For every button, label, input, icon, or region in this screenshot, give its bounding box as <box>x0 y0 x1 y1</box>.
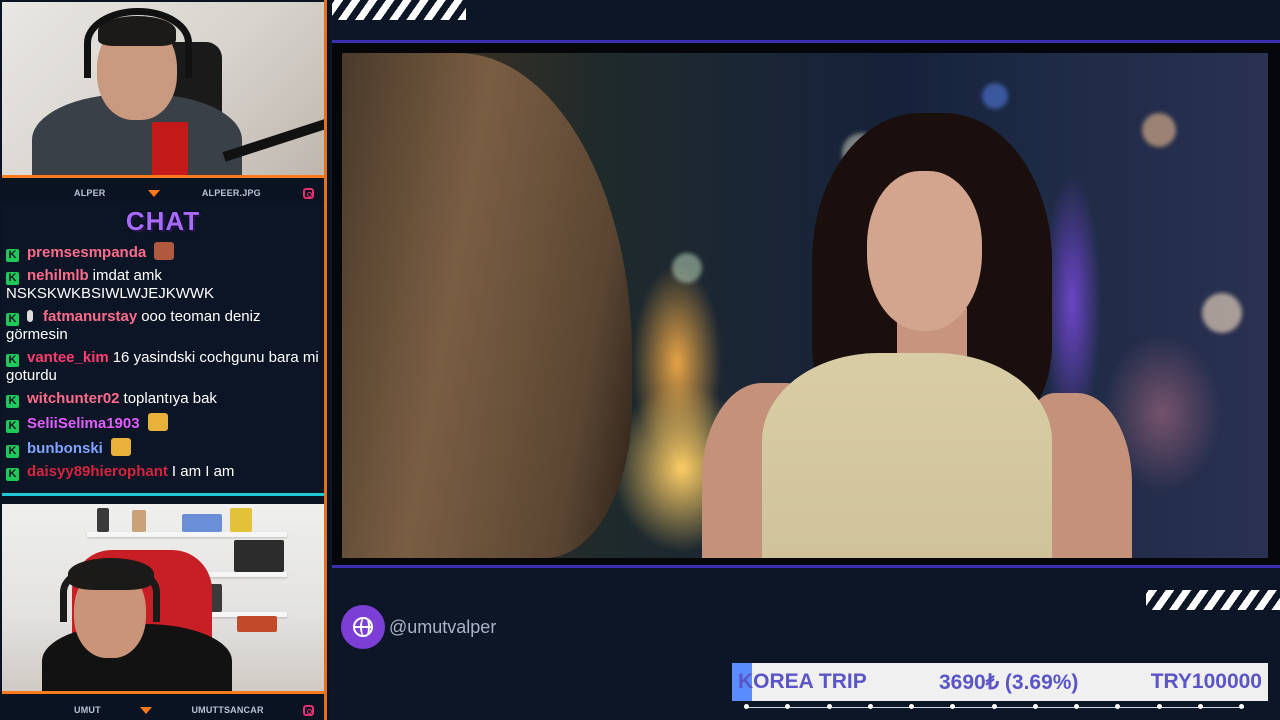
mod-badge-icon: K <box>6 313 19 326</box>
video-person-shoulder <box>342 53 632 558</box>
globe-icon <box>341 605 385 649</box>
tick-dot <box>991 704 997 709</box>
donation-goal-target: TRY100000 <box>1150 670 1262 693</box>
webcam-bottom-instagram-handle: UMUTTSANCAR <box>191 705 264 715</box>
mod-badge-icon: K <box>6 420 19 433</box>
shelf-figure <box>230 508 252 532</box>
mod-badge-icon: K <box>6 445 19 458</box>
instagram-icon <box>302 704 314 716</box>
tick-dot <box>1197 704 1203 709</box>
shelf-poster <box>234 540 284 572</box>
bokeh-light <box>1202 293 1242 333</box>
chat-username: fatmanurstay <box>43 308 138 325</box>
tick-dot <box>950 704 956 709</box>
tick-dot <box>1032 704 1038 709</box>
emote-icon <box>147 413 168 431</box>
social-handle: @umutvalper <box>389 616 497 637</box>
donation-goal-ticks <box>744 703 1244 717</box>
tick-dot <box>744 704 749 709</box>
tick-dot <box>1239 704 1244 709</box>
webcam-bottom <box>2 504 324 694</box>
mod-badge-icon: K <box>6 249 19 262</box>
shelf-figure <box>97 508 109 532</box>
chat-username: vantee_kim <box>27 349 109 366</box>
chat-message: Kpremsesmpanda <box>6 242 322 262</box>
mod-badge-icon: K <box>6 395 19 408</box>
chat-message: Knehilmlb imdat amk NSKSKWKBSIWLWJEJKWWK <box>6 267 322 303</box>
chat-message: K SeliiSelima1903 <box>6 413 322 433</box>
social-handle-block: @umutvalper <box>341 605 496 649</box>
donation-goal-amount: 3690₺ (3.69%) <box>938 670 1079 694</box>
shelf-figure <box>237 616 277 632</box>
video-player[interactable] <box>342 53 1268 558</box>
video-frame <box>332 40 1280 568</box>
chat-username: nehilmlb <box>27 267 89 284</box>
red-object <box>152 122 188 175</box>
tick-dot <box>909 704 914 709</box>
shelf-figure <box>182 514 222 532</box>
tick-dot <box>1115 704 1121 709</box>
webcam-top-instagram-handle: ALPEER.JPG <box>201 188 261 198</box>
headset <box>60 562 160 622</box>
triangle-down-icon <box>147 189 160 197</box>
chat-username: premsesmpanda <box>27 244 147 261</box>
bokeh-light <box>1142 113 1176 147</box>
mod-badge-icon: K <box>6 468 19 481</box>
tick-dot <box>1074 704 1079 709</box>
chat-message: Kbunbonski <box>6 438 322 458</box>
bokeh-light <box>672 253 702 283</box>
webcam-bottom-label-bar: UMUT UMUTTSANCAR <box>2 702 324 718</box>
triangle-down-icon <box>140 706 153 714</box>
accent-line <box>324 0 327 720</box>
instagram-icon <box>303 187 314 199</box>
chat-username: witchunter02 <box>27 390 120 407</box>
video-person-dress <box>762 353 1052 558</box>
chat-message: Kfatmanurstay ooo teoman deniz görmesin <box>6 308 322 344</box>
emote-icon <box>154 242 175 260</box>
chat-title: CHAT <box>125 206 201 236</box>
left-column: ALPER ALPEER.JPG CHAT Kpremsesmpanda Kne… <box>0 0 330 720</box>
chat-text: I am I am <box>171 463 235 480</box>
chat-message-list: Kpremsesmpanda Knehilmlb imdat amk NSKSKW… <box>6 242 322 486</box>
webcam-top-label-bar: ALPER ALPEER.JPG <box>2 185 324 201</box>
chat-username: bunbonski <box>27 440 103 457</box>
tick-dot <box>826 704 832 709</box>
tick-dot <box>1156 704 1162 709</box>
tick-dot <box>867 704 873 709</box>
shelf <box>87 532 287 537</box>
chat-message: Kdaisyy89hierophant I am I am <box>6 463 322 481</box>
mic-icon <box>27 310 33 322</box>
chat-message: Kwitchunter02 toplantıya bak <box>6 390 322 408</box>
donation-goal-title: KOREA TRIP <box>738 670 867 693</box>
webcam-top <box>2 2 324 178</box>
shelf-figure <box>132 510 146 532</box>
mod-badge-icon: K <box>6 272 19 285</box>
emote-icon <box>110 438 131 456</box>
video-person-face <box>867 171 982 331</box>
chat-username: SeliiSelima1903 <box>27 415 140 432</box>
mod-badge-icon: K <box>6 354 19 367</box>
headset <box>84 8 192 78</box>
bokeh-light <box>982 83 1008 109</box>
donation-goal-bar: KOREA TRIP 3690₺ (3.69%) TRY100000 <box>732 663 1268 701</box>
tick-dot <box>785 704 791 709</box>
chat-message: Kvantee_kim 16 yasindski cochgunu bara mi… <box>6 349 322 385</box>
webcam-bottom-name: UMUT <box>74 705 101 715</box>
webcam-top-name: ALPER <box>74 188 106 198</box>
stream-overlay: ALPER ALPEER.JPG CHAT Kpremsesmpanda Kne… <box>0 0 1280 720</box>
chat-panel: CHAT Kpremsesmpanda Knehilmlb imdat amk N… <box>2 204 324 496</box>
decorative-stripes <box>332 0 466 20</box>
chat-text: toplantıya bak <box>123 390 217 407</box>
chat-username: daisyy89hierophant <box>27 463 168 480</box>
decorative-stripes <box>1146 590 1280 610</box>
